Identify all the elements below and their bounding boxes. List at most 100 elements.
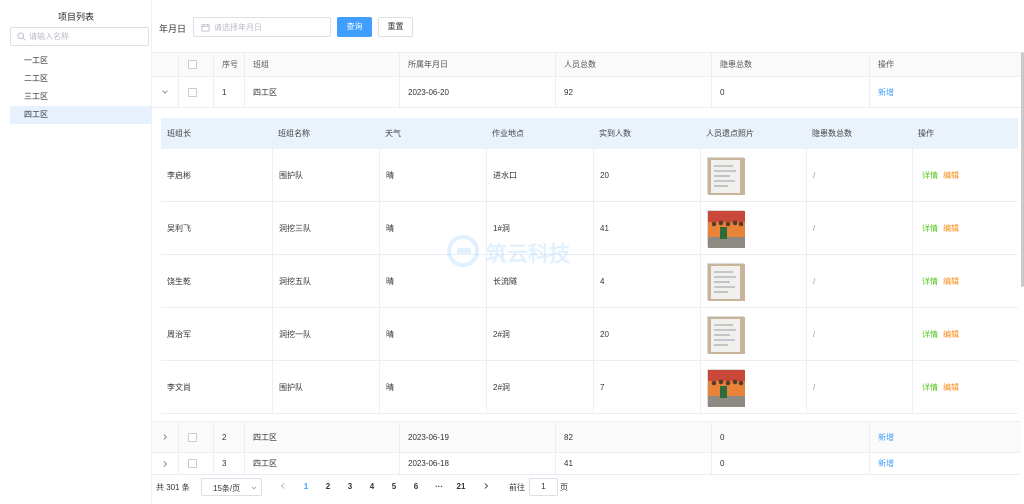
query-button[interactable]: 查询	[337, 17, 372, 37]
sub-header-weather: 天气	[385, 129, 401, 138]
edit-button[interactable]: 编辑	[943, 170, 959, 181]
row-total-people: 92	[555, 77, 711, 107]
row-total-hazards: 0	[711, 453, 869, 474]
attendance-photo-thumbnail[interactable]	[707, 368, 745, 407]
reset-button[interactable]: 重置	[378, 17, 413, 37]
sub-cell-actual-count: 41	[593, 202, 700, 254]
sub-cell-leader: 李启彬	[167, 170, 191, 180]
page-4[interactable]: 4	[365, 482, 379, 491]
expand-toggle[interactable]	[152, 422, 178, 452]
sub-header-actual-count: 实到人数	[599, 129, 631, 138]
add-button[interactable]: 新增	[878, 432, 894, 443]
select-all-checkbox[interactable]	[188, 60, 197, 69]
sidebar-item-zone-4[interactable]: 四工区	[10, 106, 152, 124]
sub-cell-photo	[700, 308, 806, 360]
subtable-row: 李启彬 围护队晴进水口 20/详情 编辑	[161, 149, 1018, 202]
header-index: 序号	[213, 53, 244, 76]
detail-button[interactable]: 详情	[922, 276, 938, 287]
add-button[interactable]: 新增	[878, 87, 894, 98]
sidebar-item-zone-3[interactable]: 三工区	[10, 88, 152, 106]
detail-button[interactable]: 详情	[922, 170, 938, 181]
page-1[interactable]: 1	[299, 482, 313, 491]
sub-cell-location: 长流隧	[486, 255, 593, 307]
row-checkbox[interactable]	[188, 432, 197, 442]
expand-toggle[interactable]	[152, 453, 178, 474]
attendance-photo-thumbnail[interactable]	[707, 156, 745, 195]
sub-cell-team-name: 洞挖三队	[272, 202, 379, 254]
row-total-people: 41	[555, 453, 711, 474]
attendance-photo-thumbnail[interactable]	[707, 209, 745, 248]
row-index: 3	[213, 453, 244, 474]
page-size-select[interactable]: 15条/页	[201, 478, 262, 496]
sub-cell-location: 2#洞	[486, 308, 593, 360]
sub-cell-hazards: /	[806, 308, 912, 360]
header-actions: 操作	[869, 53, 1021, 76]
sub-header-actions: 操作	[918, 129, 934, 138]
sidebar-item-zone-2[interactable]: 二工区	[10, 70, 152, 88]
date-picker-input[interactable]	[214, 21, 326, 33]
sub-cell-team-name: 围护队	[272, 149, 379, 201]
sub-cell-actual-count: 20	[593, 308, 700, 360]
header-date: 所属年月日	[399, 53, 555, 76]
row-select-cell	[178, 77, 213, 107]
prev-page-icon[interactable]	[279, 482, 287, 490]
row-checkbox[interactable]	[188, 459, 197, 468]
chevron-down-icon	[251, 486, 257, 490]
row-date: 2023-06-19	[399, 422, 555, 452]
goto-page-input[interactable]: 1	[529, 478, 558, 496]
sign-in-sheet-image	[708, 263, 745, 301]
row-checkbox[interactable]	[188, 87, 197, 97]
row-date: 2023-06-18	[399, 453, 555, 474]
row-team: 四工区	[244, 77, 399, 107]
subtable-header-row: 班组长 班组名称 天气 作业地点 实到人数 人员遗点照片 隐患数总数 操作	[161, 118, 1018, 149]
header-team: 班组	[244, 53, 399, 76]
date-picker[interactable]	[193, 17, 331, 37]
edit-button[interactable]: 编辑	[943, 329, 959, 340]
sidebar-search-input[interactable]	[29, 30, 144, 43]
sub-cell-actions: 详情 编辑	[912, 149, 1018, 201]
table-header-row: 序号 班组 所属年月日 人员总数 隐患总数 操作	[152, 52, 1021, 77]
add-button[interactable]: 新增	[878, 458, 894, 469]
page-3[interactable]: 3	[343, 482, 357, 491]
sub-cell-team-name: 洞挖一队	[272, 308, 379, 360]
page-6[interactable]: 6	[409, 482, 423, 491]
page-5[interactable]: 5	[387, 482, 401, 491]
calendar-icon	[201, 23, 210, 32]
detail-button[interactable]: 详情	[922, 223, 938, 234]
chevron-right-icon	[163, 434, 168, 440]
sign-in-sheet-image	[708, 316, 745, 354]
expand-toggle[interactable]	[152, 77, 178, 107]
sub-cell-hazards: /	[806, 202, 912, 254]
sub-cell-leader: 吴利飞	[167, 223, 191, 233]
edit-button[interactable]: 编辑	[943, 223, 959, 234]
sidebar-item-zone-1[interactable]: 一工区	[10, 52, 152, 70]
sidebar-title: 项目列表	[57, 12, 94, 22]
row-actions: 新增	[869, 77, 1021, 107]
edit-button[interactable]: 编辑	[943, 382, 959, 393]
page-2[interactable]: 2	[321, 482, 335, 491]
row-select-cell	[178, 453, 213, 474]
sidebar-search[interactable]	[10, 27, 149, 46]
detail-button[interactable]: 详情	[922, 382, 938, 393]
detail-button[interactable]: 详情	[922, 329, 938, 340]
sub-cell-leader: 周治军	[167, 329, 191, 339]
row-team: 四工区	[244, 453, 399, 474]
sub-cell-actions: 详情 编辑	[912, 361, 1018, 413]
sub-cell-weather: 晴	[379, 202, 486, 254]
edit-button[interactable]: 编辑	[943, 276, 959, 287]
page-ellipsis[interactable]: ···	[432, 482, 446, 491]
sub-cell-hazards: /	[806, 255, 912, 307]
expand-header	[152, 53, 178, 76]
sub-header-team-name: 班组名称	[278, 129, 310, 138]
sub-cell-team-name: 洞挖五队	[272, 255, 379, 307]
attendance-photo-thumbnail[interactable]	[707, 262, 745, 301]
page-size-value: 15条/页	[213, 484, 241, 493]
attendance-photo-thumbnail[interactable]	[707, 315, 745, 354]
next-page-icon[interactable]	[482, 482, 490, 490]
subtable-row: 饶生乾 洞挖五队晴长流隧 4/详情 编辑	[161, 255, 1018, 308]
page-21[interactable]: 21	[454, 482, 468, 491]
sub-header-leader: 班组长	[167, 129, 191, 138]
sub-cell-weather: 晴	[379, 361, 486, 413]
header-total-people: 人员总数	[555, 53, 711, 76]
sub-cell-location: 1#洞	[486, 202, 593, 254]
